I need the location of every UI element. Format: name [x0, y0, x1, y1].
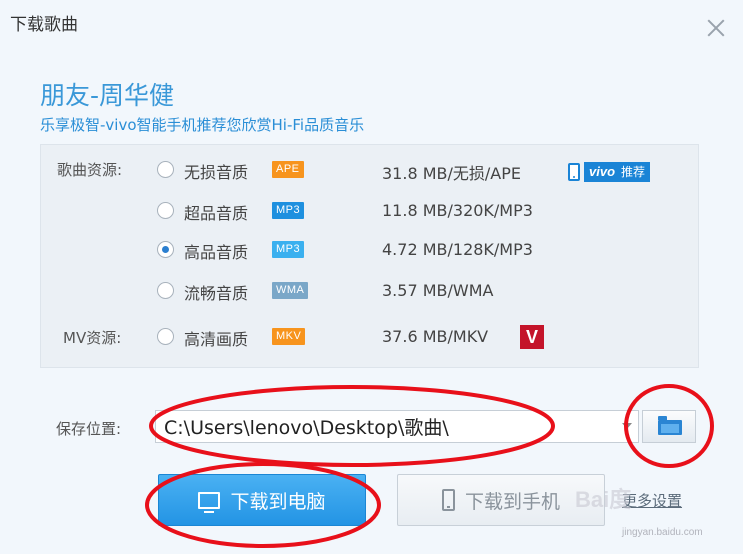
vivo-recommend-text: 推荐	[621, 164, 646, 179]
size-mv: 37.6 MB/MKV	[382, 327, 489, 346]
phone-icon	[568, 162, 580, 181]
mv-resource-label: MV资源:	[63, 329, 122, 347]
vivo-recommend-badge: vivo 推荐	[568, 161, 666, 182]
radio-super-quality[interactable]	[157, 202, 174, 219]
size-super: 11.8 MB/320K/MP3	[382, 201, 533, 220]
save-path-input[interactable]	[155, 410, 639, 443]
v-icon: V	[520, 325, 544, 349]
quality-label-high[interactable]: 高品音质	[184, 239, 248, 263]
monitor-icon	[198, 491, 221, 513]
quality-label-hd-video[interactable]: 高清画质	[184, 326, 248, 350]
format-badge-mkv: MKV	[272, 328, 306, 345]
format-badge-wma: WMA	[272, 282, 309, 299]
quality-label-smooth[interactable]: 流畅音质	[184, 280, 248, 304]
vivo-tag: vivo 推荐	[584, 161, 651, 182]
download-to-phone-label: 下载到手机	[464, 490, 560, 513]
radio-hd-video[interactable]	[157, 328, 174, 345]
close-icon[interactable]	[705, 17, 727, 39]
radio-high-quality[interactable]	[157, 241, 174, 258]
browse-folder-button[interactable]	[642, 410, 696, 443]
size-high: 4.72 MB/128K/MP3	[382, 240, 533, 259]
title-bar: 下载歌曲	[0, 0, 743, 44]
size-smooth: 3.57 MB/WMA	[382, 281, 494, 300]
radio-lossless[interactable]	[157, 161, 174, 178]
format-badge-ape: APE	[272, 161, 304, 178]
radio-smooth-quality[interactable]	[157, 282, 174, 299]
size-lossless: 31.8 MB/无损/APE	[382, 164, 521, 183]
song-title: 朋友-周华健	[40, 81, 175, 110]
vivo-brand: vivo	[589, 163, 616, 179]
chevron-down-icon[interactable]	[622, 423, 632, 429]
quality-label-lossless[interactable]: 无损音质	[184, 159, 248, 183]
format-badge-mp3-128: MP3	[272, 241, 305, 258]
download-to-phone-button[interactable]: 下载到手机	[397, 474, 605, 526]
folder-icon	[658, 416, 682, 435]
phone-icon	[441, 489, 455, 511]
format-badge-mp3-320: MP3	[272, 202, 305, 219]
download-to-pc-button[interactable]: 下载到电脑	[158, 474, 366, 526]
quality-label-super[interactable]: 超品音质	[184, 200, 248, 224]
baidu-watermark: Bai度	[575, 487, 632, 512]
song-subtitle: 乐享极智-vivo智能手机推荐您欣赏Hi-Fi品质音乐	[40, 116, 365, 134]
song-resource-label: 歌曲资源:	[57, 161, 123, 179]
save-location-label: 保存位置:	[56, 420, 122, 438]
watermark-url: jingyan.baidu.com	[622, 527, 703, 538]
download-to-pc-label: 下载到电脑	[230, 490, 326, 513]
window-title: 下载歌曲	[10, 15, 78, 35]
